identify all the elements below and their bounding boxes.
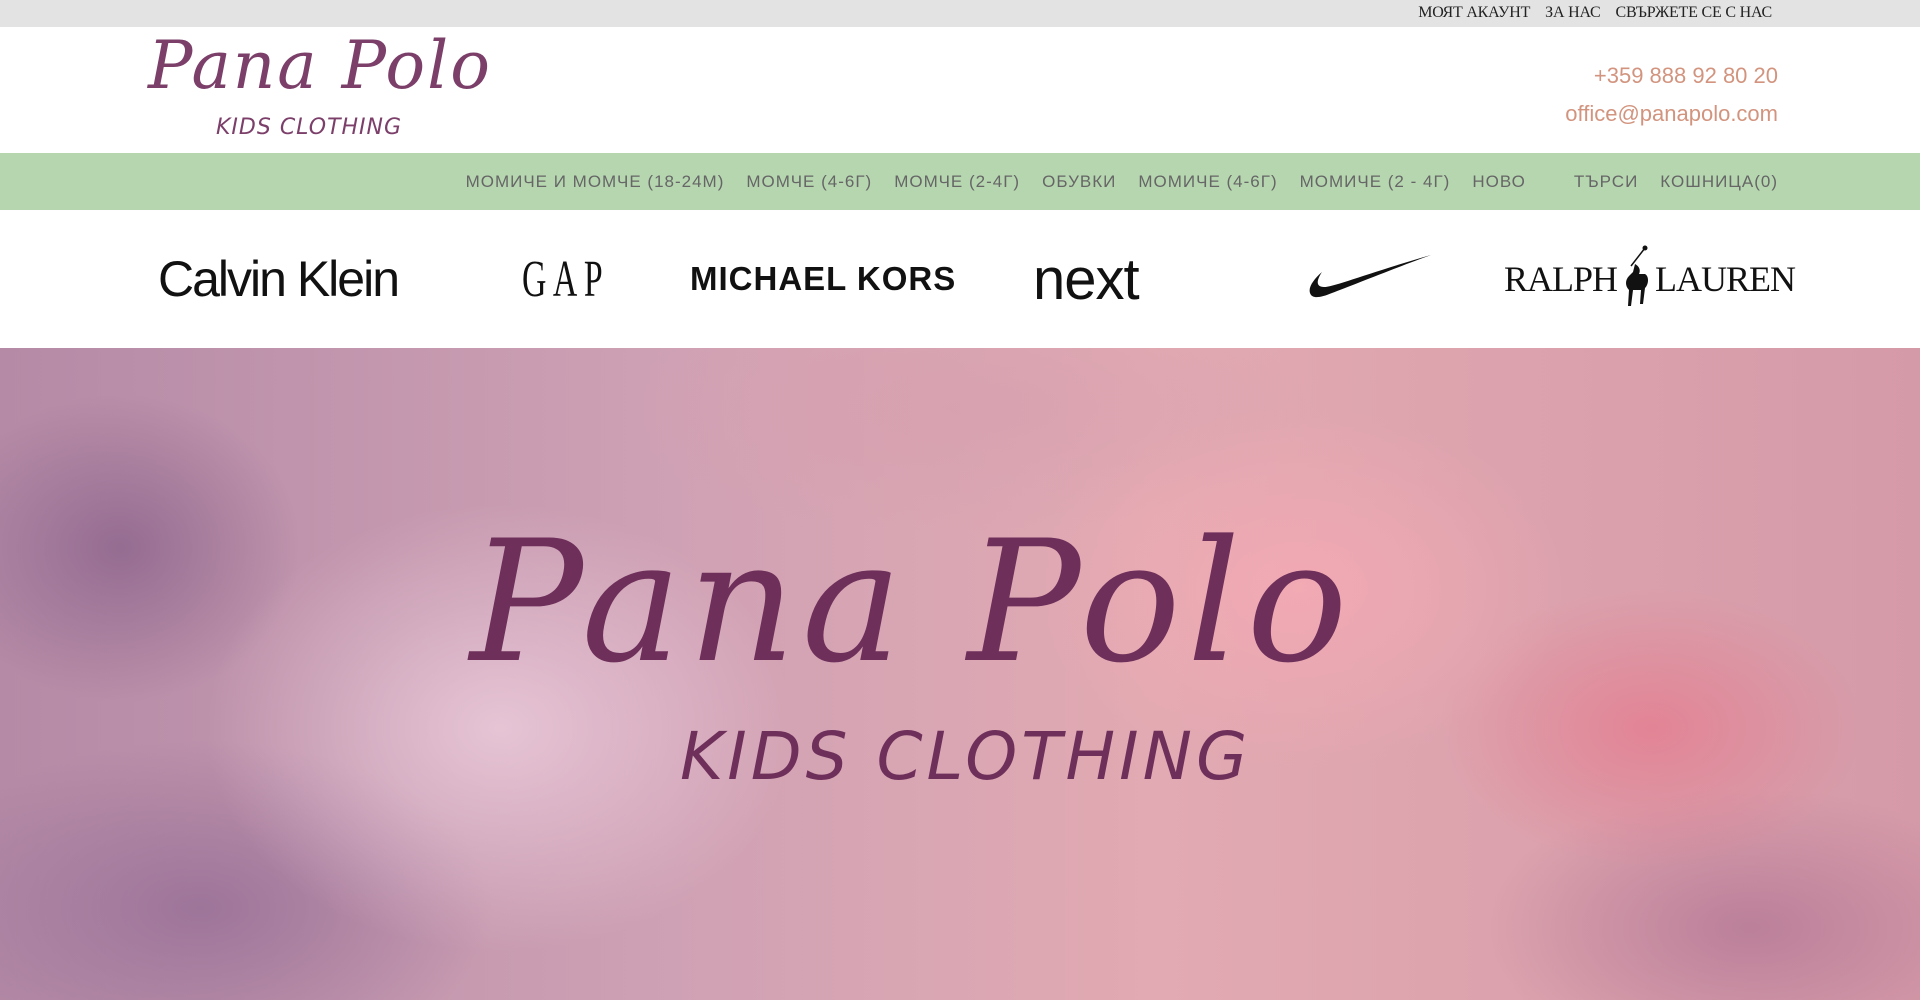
site-logo[interactable]: Pana Polo KIDS CLOTHING xyxy=(148,27,492,143)
brand-michael-kors[interactable]: MICHAEL KORS xyxy=(690,210,956,348)
nav-item-new[interactable]: НОВО xyxy=(1472,172,1526,192)
contact-info: +359 888 92 80 20 office@panapolo.com xyxy=(1565,57,1778,133)
nav-item-boy-2-4y[interactable]: МОМЧЕ (2-4Г) xyxy=(894,172,1020,192)
search-link[interactable]: ТЪРСИ xyxy=(1574,172,1638,192)
logo-name: Pana Polo xyxy=(148,27,492,104)
site-header: Pana Polo KIDS CLOTHING +359 888 92 80 2… xyxy=(0,27,1920,153)
cart-link[interactable]: КОШНИЦА(0) xyxy=(1660,172,1778,192)
hero-banner: Pana Polo KIDS CLOTHING xyxy=(0,348,1920,1000)
brand-ralph-lauren[interactable]: RALPH LAUREN xyxy=(1504,210,1796,348)
top-utility-bar: МОЯТ АКАУНТ ЗА НАС СВЪРЖЕТЕ СЕ С НАС xyxy=(0,0,1920,27)
nav-item-girl-4-6y[interactable]: МОМИЧЕ (4-6Г) xyxy=(1138,172,1277,192)
top-links: МОЯТ АКАУНТ ЗА НАС СВЪРЖЕТЕ СЕ С НАС xyxy=(1418,4,1772,22)
nav-item-girl-boy-18-24m[interactable]: МОМИЧЕ И МОМЧЕ (18-24М) xyxy=(466,172,725,192)
phone-number[interactable]: +359 888 92 80 20 xyxy=(1565,57,1778,95)
nav-item-girl-2-4y[interactable]: МОМИЧЕ (2 - 4Г) xyxy=(1300,172,1451,192)
brand-gap[interactable]: GAP xyxy=(522,210,609,348)
email-address[interactable]: office@panapolo.com xyxy=(1565,95,1778,133)
brand-strip: Calvin Klein GAP MICHAEL KORS next RALPH… xyxy=(0,210,1920,348)
ralph-lauren-left-text: RALPH xyxy=(1504,259,1618,299)
logo-subtitle: KIDS CLOTHING xyxy=(216,115,403,140)
hero-logo-name: Pana Polo xyxy=(470,504,1354,700)
polo-pony-icon xyxy=(1626,245,1649,306)
hero-logo: Pana Polo KIDS CLOTHING xyxy=(470,518,1450,818)
brand-next[interactable]: next xyxy=(1033,210,1140,348)
ralph-lauren-right-text: LAUREN xyxy=(1655,259,1796,299)
nav-item-shoes[interactable]: ОБУВКИ xyxy=(1042,172,1116,192)
my-account-link[interactable]: МОЯТ АКАУНТ xyxy=(1418,4,1530,22)
brand-calvin-klein[interactable]: Calvin Klein xyxy=(158,210,400,348)
contact-us-link[interactable]: СВЪРЖЕТЕ СЕ С НАС xyxy=(1616,4,1773,22)
nav-items: МОМИЧЕ И МОМЧЕ (18-24М) МОМЧЕ (4-6Г) МОМ… xyxy=(444,153,1778,210)
nav-item-boy-4-6y[interactable]: МОМЧЕ (4-6Г) xyxy=(746,172,872,192)
main-navigation: МОМИЧЕ И МОМЧЕ (18-24М) МОМЧЕ (4-6Г) МОМ… xyxy=(0,153,1920,210)
about-us-link[interactable]: ЗА НАС xyxy=(1545,4,1601,22)
nike-swoosh-icon xyxy=(1309,255,1431,298)
brand-nike[interactable] xyxy=(1308,210,1432,348)
hero-logo-subtitle: KIDS CLOTHING xyxy=(680,718,1252,795)
